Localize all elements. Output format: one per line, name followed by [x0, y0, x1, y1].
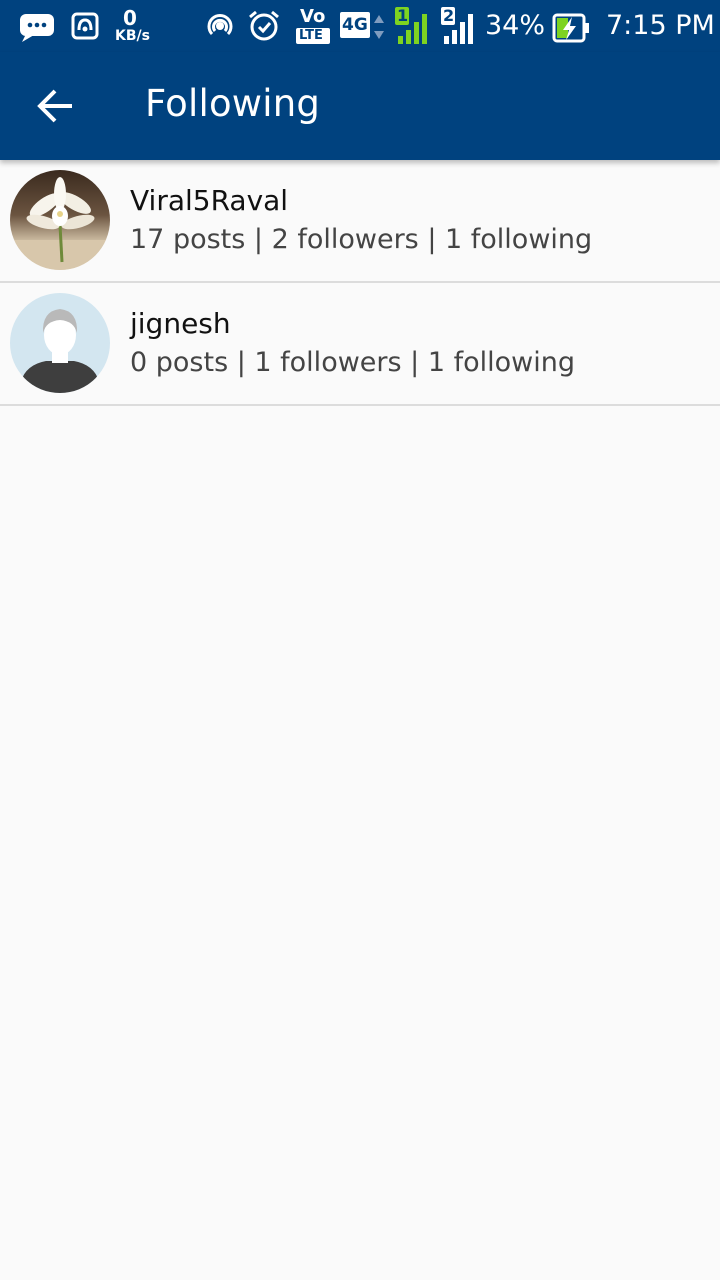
wifi-calling-icon: [207, 14, 233, 36]
user-stats: 17 posts | 2 followers | 1 following: [130, 224, 593, 255]
battery-percent: 34%: [485, 10, 546, 41]
sim1-signal-icon: 1: [394, 6, 432, 46]
clock-time: 7:15 PM: [606, 10, 715, 41]
arrow-back-icon: [37, 89, 72, 123]
status-bar: 0 KB/s Vo LTE 4G 1 2 34% 7:15 PM: [0, 0, 720, 52]
hotspot-icon: [71, 12, 99, 40]
back-button[interactable]: [24, 76, 88, 136]
default-person-avatar: [10, 293, 110, 393]
net-speed-unit: KB/s: [115, 28, 150, 44]
list-item-viral5raval[interactable]: Viral5Raval 17 posts | 2 followers | 1 f…: [0, 160, 720, 283]
volte-icon: Vo LTE: [296, 6, 332, 46]
page-title: Following: [145, 82, 321, 125]
avatar[interactable]: [10, 293, 110, 393]
app-bar: Following: [0, 52, 720, 160]
message-icon: [20, 14, 54, 42]
net-speed-value: 0: [123, 6, 137, 30]
battery-charging-icon: [552, 13, 589, 43]
flower-photo: [10, 170, 110, 270]
avatar[interactable]: [10, 170, 110, 270]
list-item-jignesh[interactable]: jignesh 0 posts | 1 followers | 1 follow…: [0, 283, 720, 406]
following-list: Viral5Raval 17 posts | 2 followers | 1 f…: [0, 160, 720, 406]
4g-icon: 4G: [340, 12, 386, 42]
username: jignesh: [130, 307, 231, 340]
alarm-icon: [249, 10, 279, 41]
sim2-signal-icon: 2: [440, 6, 478, 46]
username: Viral5Raval: [130, 184, 289, 217]
user-stats: 0 posts | 1 followers | 1 following: [130, 347, 575, 378]
